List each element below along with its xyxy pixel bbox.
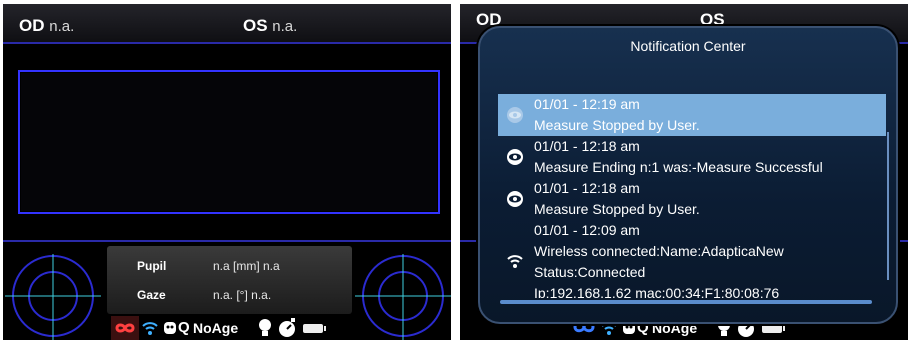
- od-value: n.a.: [49, 18, 75, 35]
- notification-message: Ip:192.168.1.62 mac:00:34:F1:80:08:76: [534, 285, 780, 298]
- left-eye-target-icon: [5, 254, 101, 340]
- notification-item-selected[interactable]: 01/01 - 12:19 am Measure Stopped by User…: [498, 94, 886, 136]
- right-device-screen: OD OS Q NoAge Notification Center 01/01 …: [460, 4, 908, 340]
- gaze-label: Gaze: [137, 288, 166, 302]
- notification-center-panel[interactable]: Notification Center 01/01 - 12:19 am Mea…: [478, 26, 898, 324]
- status-bar: Q NoAge: [107, 316, 352, 340]
- measurement-view[interactable]: [18, 70, 440, 214]
- pupil-gaze-readout: Pupil n.a [mm] n.a Gaze n.a. [°] n.a.: [107, 246, 352, 314]
- wifi-icon[interactable]: [141, 319, 159, 337]
- infinity-link-icon[interactable]: [111, 316, 139, 340]
- pupil-label: Pupil: [137, 259, 167, 273]
- os-label: OS: [243, 16, 268, 35]
- quality-label: Q: [178, 319, 190, 336]
- eye-icon: [507, 191, 523, 207]
- pupil-value: n.a [mm] n.a: [213, 259, 280, 273]
- notification-message: Measure Stopped by User.: [534, 117, 700, 133]
- battery-icon: [303, 324, 326, 333]
- bottom-panel: Pupil n.a [mm] n.a Gaze n.a. [°] n.a. Q …: [3, 240, 451, 340]
- horizontal-scrollbar[interactable]: [500, 300, 872, 304]
- battery-icon: [762, 324, 785, 333]
- wifi-icon: [507, 255, 523, 268]
- notification-item[interactable]: 01/01 - 12:18 am Measure Stopped by User…: [498, 178, 886, 220]
- notification-message: Measure Stopped by User.: [534, 201, 700, 217]
- vertical-scrollbar[interactable]: [887, 132, 889, 280]
- right-eye-target-icon: [355, 254, 451, 340]
- notification-center-title: Notification Center: [630, 38, 746, 54]
- os-value: n.a.: [272, 18, 298, 35]
- eye-icon: [507, 149, 523, 165]
- od-indicator: OD n.a.: [19, 16, 74, 36]
- od-label: OD: [19, 16, 45, 35]
- left-device-screen: OD n.a. OS n.a. Pupil n.a [mm] n.a Gaze …: [3, 4, 451, 340]
- face-icon: [164, 322, 176, 334]
- notification-message: Measure Ending n:1 was:-Measure Successf…: [534, 159, 823, 175]
- timer-icon: [279, 318, 295, 337]
- lightbulb-icon: [259, 319, 271, 336]
- notification-item[interactable]: 01/01 - 12:09 am Wireless connected:Name…: [498, 220, 886, 298]
- notification-timestamp: 01/01 - 12:19 am: [534, 96, 640, 112]
- notification-list[interactable]: 01/01 - 12:19 am Measure Stopped by User…: [498, 94, 886, 298]
- gaze-value: n.a. [°] n.a.: [213, 288, 272, 302]
- eye-header: OD n.a. OS n.a.: [3, 4, 451, 44]
- notification-timestamp: 01/01 - 12:09 am: [534, 222, 640, 238]
- notification-item[interactable]: 01/01 - 12:18 am Measure Ending n:1 was:…: [498, 136, 886, 178]
- os-indicator: OS n.a.: [243, 16, 297, 36]
- notification-message: Wireless connected:Name:AdapticaNew: [534, 243, 784, 259]
- notification-message: Status:Connected: [534, 264, 646, 280]
- age-label: NoAge: [193, 320, 239, 336]
- notification-timestamp: 01/01 - 12:18 am: [534, 180, 640, 196]
- notification-timestamp: 01/01 - 12:18 am: [534, 138, 640, 154]
- eye-icon: [507, 107, 523, 123]
